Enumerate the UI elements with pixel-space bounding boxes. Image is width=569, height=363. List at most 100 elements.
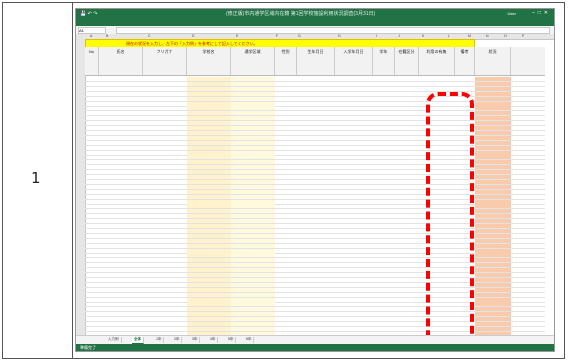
table-cell[interactable] (143, 77, 187, 81)
table-cell[interactable] (373, 239, 395, 243)
table-cell[interactable] (99, 307, 143, 311)
table-cell[interactable] (143, 185, 187, 189)
table-cell[interactable] (231, 322, 275, 326)
table-cell[interactable] (419, 131, 455, 135)
table-cell[interactable] (395, 155, 419, 159)
table-cell[interactable] (395, 195, 419, 199)
table-cell[interactable] (395, 209, 419, 213)
table-cell[interactable] (335, 126, 373, 130)
table-cell[interactable] (231, 101, 275, 106)
table-cell[interactable] (493, 258, 511, 263)
table-cell[interactable] (455, 288, 475, 292)
table-cell[interactable] (493, 91, 511, 96)
table-cell[interactable] (187, 86, 231, 91)
table-cell[interactable] (493, 317, 511, 322)
table-cell[interactable] (373, 146, 395, 150)
table-cell[interactable] (419, 204, 455, 208)
table-cell[interactable] (395, 258, 419, 262)
table-cell[interactable] (493, 307, 511, 312)
table-cell[interactable] (395, 151, 419, 155)
table-cell[interactable] (335, 146, 373, 150)
table-cell[interactable] (99, 214, 143, 218)
table-cell[interactable] (297, 77, 335, 81)
table-cell[interactable] (231, 150, 275, 155)
table-cell[interactable] (493, 170, 511, 175)
table-cell[interactable] (335, 229, 373, 233)
table-cell[interactable] (187, 150, 231, 155)
table-cell[interactable] (231, 86, 275, 91)
table-cell[interactable] (493, 121, 511, 126)
table-cell[interactable] (493, 214, 511, 219)
table-cell[interactable] (493, 135, 511, 140)
table-cell[interactable] (475, 170, 493, 175)
sheet-tab[interactable]: 4年 (208, 337, 219, 343)
table-cell[interactable] (373, 317, 395, 321)
table-cell[interactable] (493, 263, 511, 268)
table-cell[interactable] (475, 116, 493, 121)
table-cell[interactable] (231, 194, 275, 199)
table-cell[interactable] (231, 199, 275, 204)
table-cell[interactable] (231, 165, 275, 170)
table-cell[interactable] (231, 209, 275, 214)
table-cell[interactable] (395, 219, 419, 223)
table-cell[interactable] (99, 268, 143, 272)
table-cell[interactable] (143, 82, 187, 86)
table-cell[interactable] (419, 190, 455, 194)
table-cell[interactable] (335, 160, 373, 164)
table-cell[interactable] (373, 97, 395, 101)
table-cell[interactable] (231, 326, 275, 331)
table-cell[interactable] (143, 180, 187, 184)
table-cell[interactable] (143, 195, 187, 199)
table-cell[interactable] (395, 283, 419, 287)
table-cell[interactable] (373, 253, 395, 257)
table-cell[interactable] (493, 165, 511, 170)
table-cell[interactable] (419, 234, 455, 238)
table-cell[interactable] (275, 293, 297, 297)
table-cell[interactable] (419, 244, 455, 248)
table-cell[interactable] (297, 106, 335, 110)
table-cell[interactable] (493, 228, 511, 233)
table-cell[interactable] (143, 106, 187, 110)
table-cell[interactable] (335, 185, 373, 189)
table-cell[interactable] (455, 258, 475, 262)
table-cell[interactable] (231, 184, 275, 189)
table-cell[interactable] (297, 92, 335, 96)
column-letter[interactable]: J (398, 34, 400, 38)
table-cell[interactable] (99, 239, 143, 243)
table-cell[interactable] (99, 136, 143, 140)
table-cell[interactable] (275, 185, 297, 189)
table-cell[interactable] (373, 141, 395, 145)
table-cell[interactable] (187, 96, 231, 101)
table-cell[interactable] (335, 293, 373, 297)
table-cell[interactable] (99, 258, 143, 262)
table-cell[interactable] (419, 106, 455, 110)
table-cell[interactable] (231, 258, 275, 263)
table-cell[interactable] (275, 126, 297, 130)
window-controls[interactable]: –□✕ (532, 10, 551, 16)
table-cell[interactable] (455, 141, 475, 145)
table-cell[interactable] (275, 180, 297, 184)
table-cell[interactable] (395, 126, 419, 130)
table-cell[interactable] (493, 194, 511, 199)
table-cell[interactable] (373, 229, 395, 233)
table-cell[interactable] (395, 229, 419, 233)
table-cell[interactable] (143, 126, 187, 130)
table-cell[interactable] (455, 82, 475, 86)
table-cell[interactable] (231, 248, 275, 253)
table-cell[interactable] (455, 165, 475, 169)
table-cell[interactable] (275, 278, 297, 282)
table-cell[interactable] (395, 327, 419, 331)
table-cell[interactable] (297, 307, 335, 311)
table-cell[interactable] (187, 204, 231, 209)
table-cell[interactable] (419, 249, 455, 253)
table-cell[interactable] (297, 317, 335, 321)
table-cell[interactable] (297, 190, 335, 194)
table-cell[interactable] (373, 165, 395, 169)
table-cell[interactable] (335, 224, 373, 228)
table-cell[interactable] (275, 273, 297, 277)
table-cell[interactable] (275, 165, 297, 169)
table-cell[interactable] (143, 234, 187, 238)
table-cell[interactable] (373, 200, 395, 204)
table-cell[interactable] (335, 111, 373, 115)
quick-access-icons[interactable]: 💾 ↶ ↷ (80, 11, 97, 17)
